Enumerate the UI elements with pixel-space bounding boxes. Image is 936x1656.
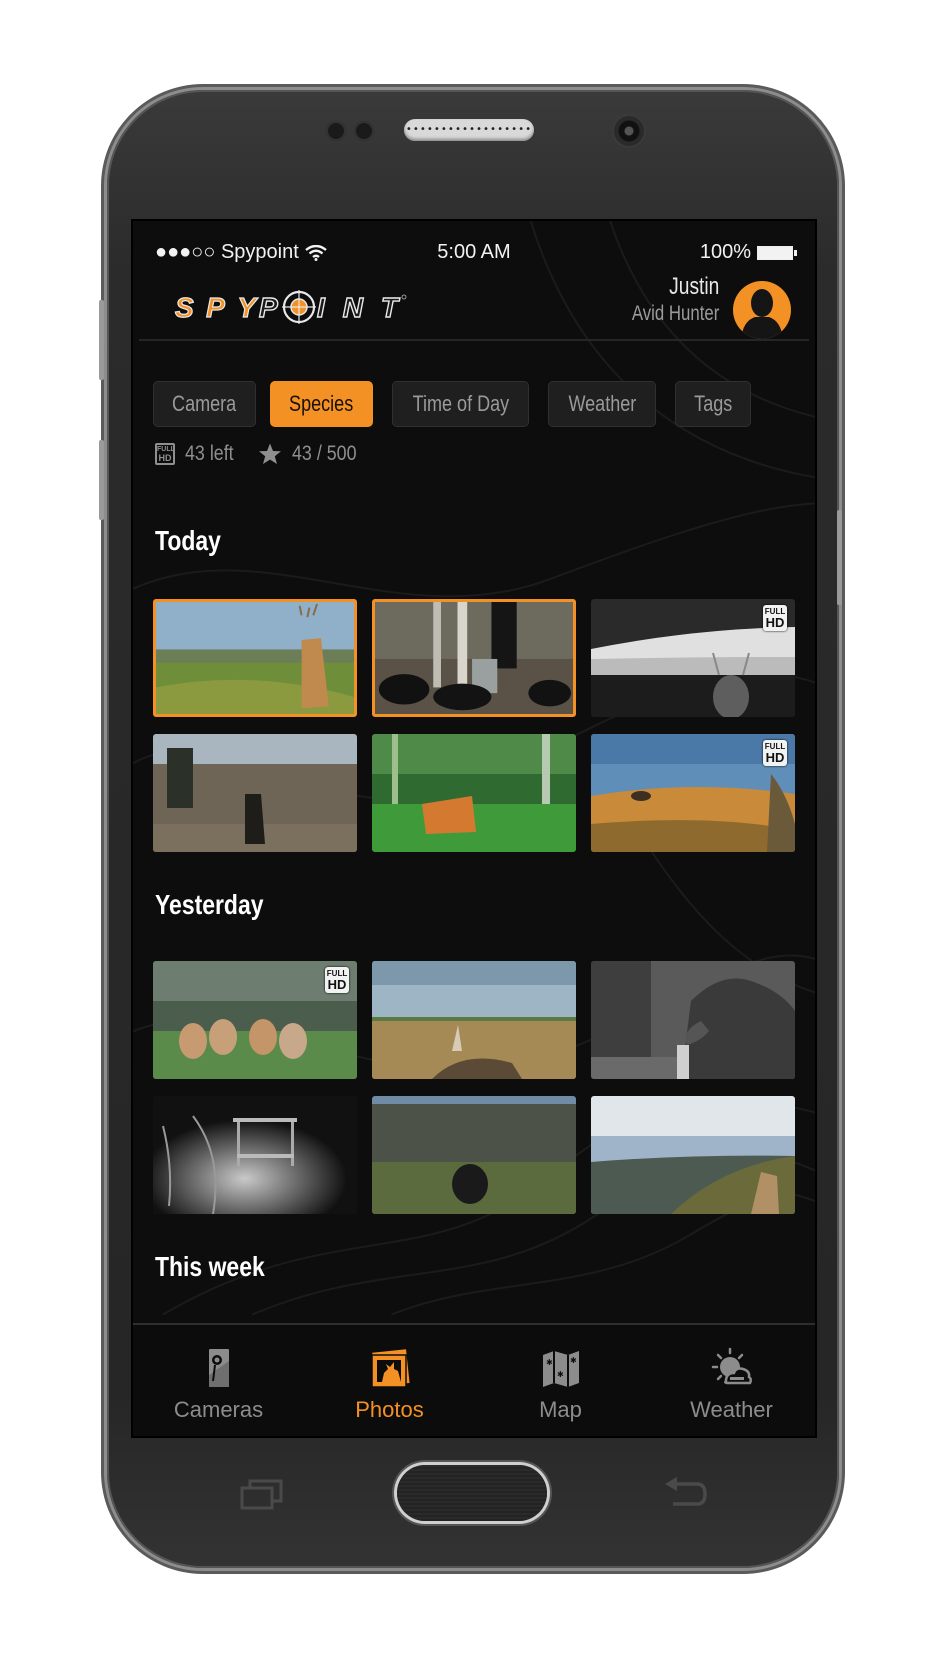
favorites-count: 43 / 500 <box>292 442 357 465</box>
photo-image <box>591 961 795 1079</box>
volume-down-button[interactable] <box>99 440 104 520</box>
front-camera <box>614 116 644 146</box>
nav-label: Photos <box>355 1397 424 1422</box>
photo-thumbnail[interactable] <box>372 734 576 852</box>
proximity-sensor <box>326 121 346 141</box>
photo-thumbnail[interactable] <box>153 734 357 852</box>
svg-text:SPY: SPY <box>175 292 258 323</box>
photo-thumbnail[interactable]: FULL HD <box>591 734 795 852</box>
spypoint-logo[interactable]: SPY P INT <box>171 289 411 325</box>
svg-text:P: P <box>259 292 279 323</box>
app-screen: ●●●○○ Spypoint 5:00 AM 100% SPY P INT Ju… <box>131 219 817 1438</box>
filter-label: Species <box>289 391 354 416</box>
nav-photos[interactable]: Photos <box>304 1325 475 1436</box>
filter-label: Weather <box>568 391 636 416</box>
recent-apps-key[interactable] <box>240 1478 284 1510</box>
photo-stats: FULL HD 43 left 43 / 500 <box>155 439 368 469</box>
light-sensor <box>354 121 374 141</box>
user-info[interactable]: Justin Avid Hunter <box>610 273 719 327</box>
photos-icon <box>370 1349 410 1388</box>
section-title-yesterday: Yesterday <box>155 889 264 920</box>
photo-thumbnail[interactable]: FULL HD <box>153 961 357 1079</box>
full-hd-badge: FULL HD <box>325 967 349 993</box>
svg-text:INT: INT <box>317 292 401 323</box>
status-bar: ●●●○○ Spypoint 5:00 AM 100% <box>155 241 797 265</box>
svg-text:✱: ✱ <box>557 1370 564 1379</box>
filter-tags[interactable]: Tags <box>675 381 751 427</box>
photo-thumbnail[interactable] <box>372 599 576 717</box>
full-hd-icon: FULL HD <box>155 443 175 465</box>
filter-camera[interactable]: Camera <box>153 381 256 427</box>
filter-tabs: Camera Species Time of Day Weather Tags <box>133 381 815 429</box>
back-key[interactable] <box>663 1476 709 1510</box>
avatar[interactable] <box>733 281 791 339</box>
camera-device-icon <box>208 1349 229 1387</box>
filter-time-of-day[interactable]: Time of Day <box>392 381 529 427</box>
photo-image <box>153 734 357 852</box>
power-button[interactable] <box>837 510 842 605</box>
photo-image <box>156 602 354 714</box>
nav-cameras[interactable]: Cameras <box>133 1325 304 1436</box>
photo-image <box>591 1096 795 1214</box>
map-icon: ✱ ✱ ✱ <box>542 1351 579 1387</box>
filter-weather[interactable]: Weather <box>548 381 656 427</box>
photo-thumbnail[interactable] <box>153 1096 357 1214</box>
full-hd-badge: FULL HD <box>763 605 787 631</box>
photo-thumbnail[interactable] <box>372 1096 576 1214</box>
full-hd-badge: FULL HD <box>763 740 787 766</box>
badge-line2: HD <box>765 615 785 630</box>
nav-label: Weather <box>690 1397 773 1422</box>
badge-line2: HD <box>327 977 347 992</box>
filter-label: Camera <box>172 391 237 416</box>
earpiece-speaker: •••••••••••••••••• <box>404 119 534 141</box>
nav-weather[interactable]: Weather <box>646 1325 815 1436</box>
photo-image <box>153 1096 357 1214</box>
nav-label: Map <box>539 1397 582 1422</box>
photo-image <box>372 1096 576 1214</box>
volume-up-button[interactable] <box>99 300 104 380</box>
photo-thumbnail[interactable] <box>153 599 357 717</box>
photo-image <box>375 602 573 714</box>
star-icon <box>259 443 282 464</box>
home-button[interactable] <box>397 1465 547 1521</box>
clock: 5:00 AM <box>437 241 511 263</box>
photo-thumbnail[interactable] <box>591 961 795 1079</box>
filter-label: Tags <box>693 391 733 416</box>
filter-species[interactable]: Species <box>270 381 373 427</box>
weather-icon <box>711 1347 752 1385</box>
filter-label: Time of Day <box>412 391 509 416</box>
bottom-nav: Cameras Photos ✱ ✱ ✱ Map Weather <box>133 1325 815 1436</box>
photo-image <box>372 734 576 852</box>
svg-text:✱: ✱ <box>546 1358 553 1367</box>
user-name: Justin <box>668 273 719 300</box>
hd-remaining: 43 left <box>185 442 234 465</box>
section-title-today: Today <box>155 525 221 556</box>
user-role: Avid Hunter <box>631 302 719 325</box>
svg-text:✱: ✱ <box>570 1356 577 1365</box>
user-silhouette-icon <box>741 289 783 339</box>
battery-icon <box>757 245 797 260</box>
section-title-this-week: This week <box>155 1251 265 1282</box>
photo-thumbnail[interactable] <box>591 1096 795 1214</box>
battery-percent: 100% <box>699 241 751 263</box>
photo-image <box>372 961 576 1079</box>
photo-thumbnail[interactable]: FULL HD <box>591 599 795 717</box>
nav-map[interactable]: ✱ ✱ ✱ Map <box>475 1325 646 1436</box>
header-divider <box>139 339 809 341</box>
badge-line2: HD <box>765 750 785 765</box>
photo-thumbnail[interactable] <box>372 961 576 1079</box>
nav-label: Cameras <box>173 1397 264 1422</box>
